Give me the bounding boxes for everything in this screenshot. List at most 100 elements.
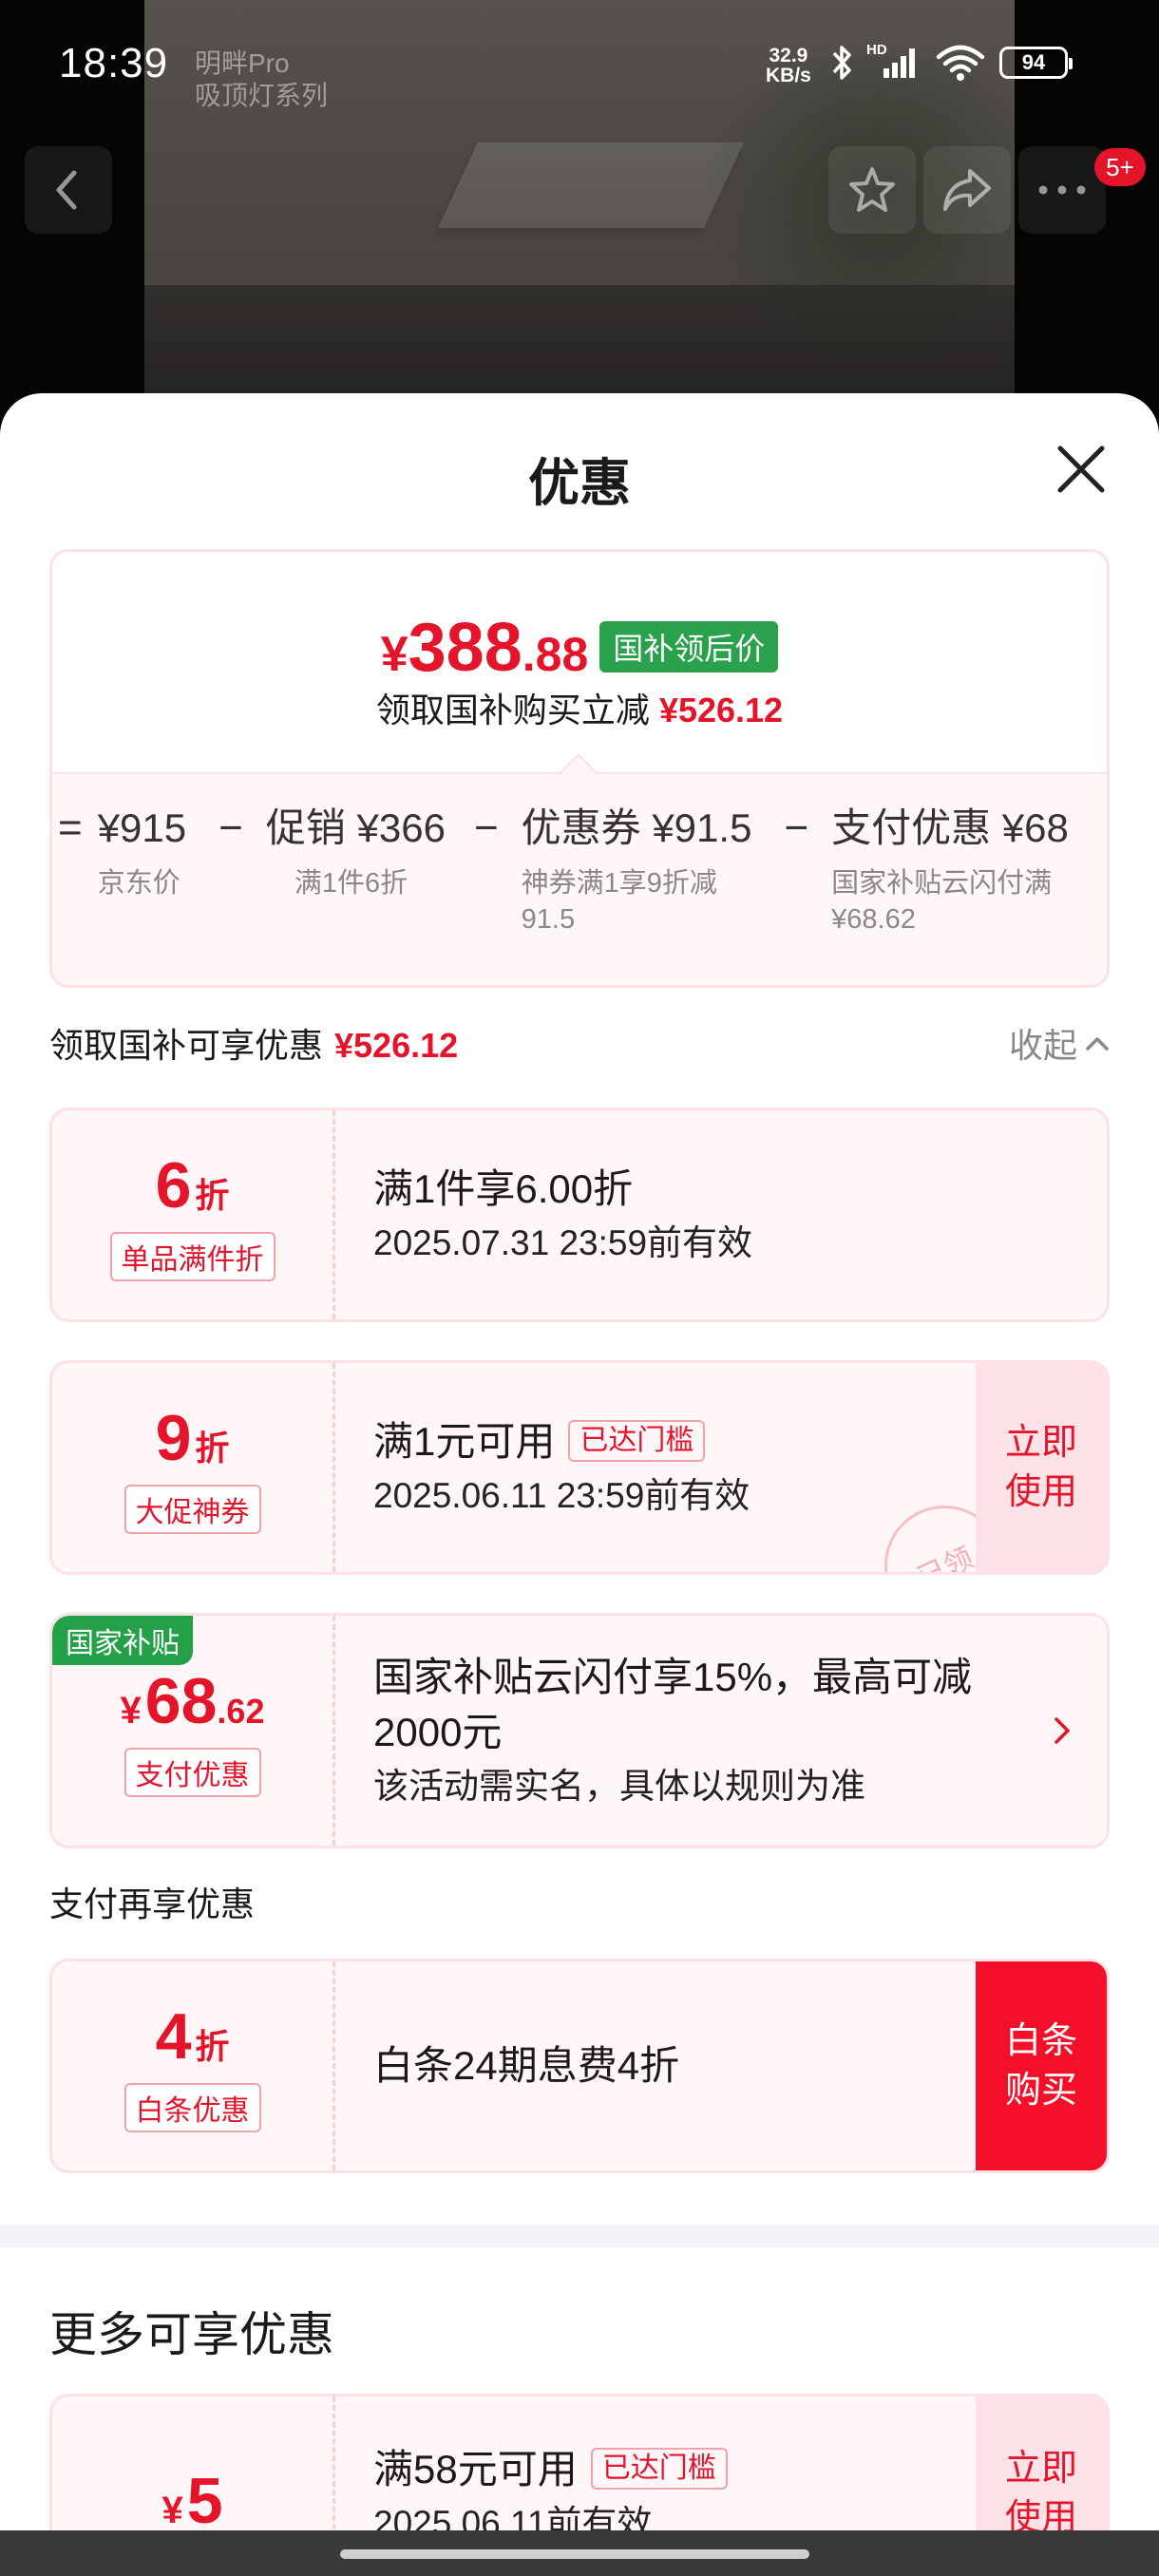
chevron-up-icon bbox=[1086, 1037, 1109, 1051]
national-subsidy-tag: 国家补贴 bbox=[52, 1616, 193, 1665]
discount-value: 9折 bbox=[156, 1401, 230, 1475]
close-icon bbox=[1057, 445, 1105, 493]
jd-price-value: ¥915 bbox=[97, 805, 187, 850]
discount-number: 5 bbox=[186, 2465, 223, 2537]
threshold-reached-tag: 已达门槛 bbox=[590, 2448, 728, 2490]
discount-unit: 折 bbox=[195, 2027, 230, 2066]
network-speed-value: 32.9 bbox=[769, 45, 808, 66]
more-button[interactable] bbox=[1018, 146, 1106, 234]
pay-discount-amount: ¥68.62 bbox=[831, 904, 916, 935]
total-saving-label: 领取国补购买立减 bbox=[375, 691, 650, 729]
coupon-value: 优惠券 ¥91.5 bbox=[521, 805, 752, 850]
discount-cents: .62 bbox=[217, 1692, 265, 1731]
section-label: 支付再享优惠 bbox=[49, 1885, 256, 1923]
signal-icon: HD bbox=[866, 42, 922, 82]
coupon-title-text: 满58元可用 bbox=[373, 2447, 578, 2491]
more-badge: 5+ bbox=[1094, 148, 1146, 186]
pay-discount-value: 支付优惠 ¥68 bbox=[831, 805, 1069, 850]
coupon-note: 该活动需实名，具体以规则为准 bbox=[373, 1767, 865, 1806]
coupon-type-tag: 大促神券 bbox=[124, 1485, 261, 1534]
price-currency: ¥ bbox=[380, 627, 408, 682]
coupon-label-amount: 91.5 bbox=[521, 904, 576, 935]
breakdown-coupon: 优惠券 ¥91.5 神券满1享9折减 91.5 bbox=[522, 805, 752, 938]
close-button[interactable] bbox=[1053, 441, 1110, 498]
coupon-label: 神券满1享9折减 bbox=[521, 868, 717, 899]
bluetooth-icon bbox=[832, 46, 851, 80]
collapse-toggle[interactable]: 收起 bbox=[1009, 1018, 1110, 1068]
price-breakdown[interactable]: = ¥915 京东价 − 促销 ¥366 满1件6折 − 优惠券 ¥91.5 神… bbox=[52, 772, 1107, 985]
discount-currency: ¥ bbox=[162, 2490, 183, 2531]
coupon-card[interactable]: ¥68.62 支付优惠 国家补贴 国家补贴云闪付享15%，最高可减 2000元 … bbox=[49, 1613, 1110, 1848]
wifi-icon bbox=[936, 45, 985, 81]
use-now-label: 立即使用 bbox=[1004, 1423, 1077, 1512]
status-bar: 18:39 明畔Pro 吸顶灯系列 32.9 KB/s HD 94 bbox=[0, 0, 1159, 133]
more-dots-icon bbox=[1038, 185, 1086, 195]
discount-value: ¥5 bbox=[162, 2464, 222, 2538]
discount-number: 68 bbox=[144, 1665, 218, 1737]
coupon-body: 满1元可用 已达门槛 2025.06.11 23:59前有效 bbox=[373, 1363, 750, 1572]
discount-value: ¥68.62 bbox=[121, 1664, 265, 1738]
final-price: ¥388.88 国补领后价 bbox=[52, 609, 1107, 687]
coupon-title: 白条24期息费4折 bbox=[373, 2043, 680, 2088]
chevron-right-icon bbox=[1054, 1717, 1070, 1744]
chevron-left-icon bbox=[56, 170, 77, 210]
discount-unit: 折 bbox=[195, 1429, 230, 1468]
equals-sign: = bbox=[58, 805, 83, 851]
coupon-type-tag: 白条优惠 bbox=[124, 2083, 261, 2132]
threshold-reached-tag: 已达门槛 bbox=[568, 1420, 706, 1462]
coupon-title-text: 满1元可用 bbox=[373, 1419, 556, 1464]
total-saving-value: ¥526.12 bbox=[658, 691, 784, 729]
discount-value: 4折 bbox=[156, 1999, 230, 2074]
coupon-expiry: 2025.07.31 23:59前有效 bbox=[373, 1223, 753, 1262]
total-saving: 领取国补购买立减 ¥526.12 bbox=[52, 683, 1107, 732]
promo-label: 满1件6折 bbox=[294, 868, 408, 899]
discount-number: 6 bbox=[155, 1149, 192, 1222]
breakdown-jd-price: ¥915 京东价 bbox=[98, 805, 186, 901]
breakdown-promo: 促销 ¥366 满1件6折 bbox=[266, 805, 446, 901]
sheet-title: 优惠 bbox=[528, 455, 631, 512]
discount-number: 9 bbox=[155, 1402, 192, 1474]
coupon-body: 国家补贴云闪付享15%，最高可减 2000元 该活动需实名，具体以规则为准 bbox=[373, 1616, 1038, 1846]
coupon-title: 满1件享6.00折 bbox=[373, 1166, 634, 1211]
minus-sign: − bbox=[473, 805, 499, 851]
coupon-title: 满58元可用 已达门槛 bbox=[373, 2442, 728, 2497]
favorite-button[interactable] bbox=[828, 146, 916, 234]
promo-value: 促销 ¥366 bbox=[265, 805, 446, 850]
status-time: 18:39 bbox=[59, 40, 169, 86]
baitiao-buy-button[interactable]: 白条购买 bbox=[976, 1961, 1107, 2170]
home-indicator[interactable] bbox=[0, 2530, 1159, 2576]
product-title-line2: 吸顶灯系列 bbox=[195, 81, 329, 110]
payment-section-header: 支付再享优惠 bbox=[49, 1877, 1110, 1926]
subsidy-section-header: 领取国补可享优惠 ¥526.12 收起 bbox=[49, 1018, 1110, 1068]
coupon-title: 国家补贴云闪付享15%，最高可减 bbox=[373, 1655, 973, 1699]
jd-price-label: 京东价 bbox=[97, 868, 180, 899]
price-decimal: .88 bbox=[522, 628, 589, 681]
coupon-body: 满1件享6.00折 2025.07.31 23:59前有效 bbox=[373, 1110, 752, 1319]
coupon-type-tag: 支付优惠 bbox=[124, 1748, 261, 1797]
coupon-expiry: 2025.06.11 23:59前有效 bbox=[373, 1476, 750, 1515]
coupon-card: 6折 单品满件折 满1件享6.00折 2025.07.31 23:59前有效 bbox=[49, 1108, 1110, 1322]
battery-icon: 94 bbox=[999, 47, 1073, 79]
more-offers-title: 更多可享优惠 bbox=[49, 2308, 334, 2361]
coupon-body: 白条24期息费4折 bbox=[373, 1961, 679, 2170]
coupon-value-block: 4折 白条优惠 bbox=[52, 1961, 335, 2170]
discount-currency: ¥ bbox=[120, 1690, 142, 1732]
section-value: ¥526.12 bbox=[334, 1026, 459, 1065]
minus-sign: − bbox=[218, 805, 243, 851]
coupon-type-tag: 单品满件折 bbox=[109, 1232, 276, 1281]
coupon-card: 4折 白条优惠 白条24期息费4折 白条购买 bbox=[49, 1959, 1110, 2173]
subsidy-price-tag: 国补领后价 bbox=[599, 621, 779, 672]
price-summary-top: ¥388.88 国补领后价 领取国补购买立减 ¥526.12 bbox=[52, 552, 1107, 772]
back-button[interactable] bbox=[25, 146, 112, 234]
use-now-button[interactable]: 立即使用 bbox=[976, 1363, 1107, 1572]
home-indicator-bar bbox=[340, 2549, 809, 2559]
discount-value: 6折 bbox=[156, 1148, 230, 1222]
coupon-value-block: 6折 单品满件折 bbox=[52, 1110, 335, 1319]
section-label: 领取国补可享优惠 bbox=[49, 1026, 324, 1065]
discount-unit: 折 bbox=[195, 1176, 230, 1215]
breakdown-row: = ¥915 京东价 − 促销 ¥366 满1件6折 − 优惠券 ¥91.5 神… bbox=[52, 805, 1069, 938]
breakdown-pay: 支付优惠 ¥68 国家补贴云闪付满 ¥68.62 bbox=[831, 805, 1069, 938]
minus-sign: − bbox=[784, 805, 809, 851]
use-now-label: 立即使用 bbox=[1004, 2449, 1077, 2538]
share-button[interactable] bbox=[923, 146, 1011, 234]
